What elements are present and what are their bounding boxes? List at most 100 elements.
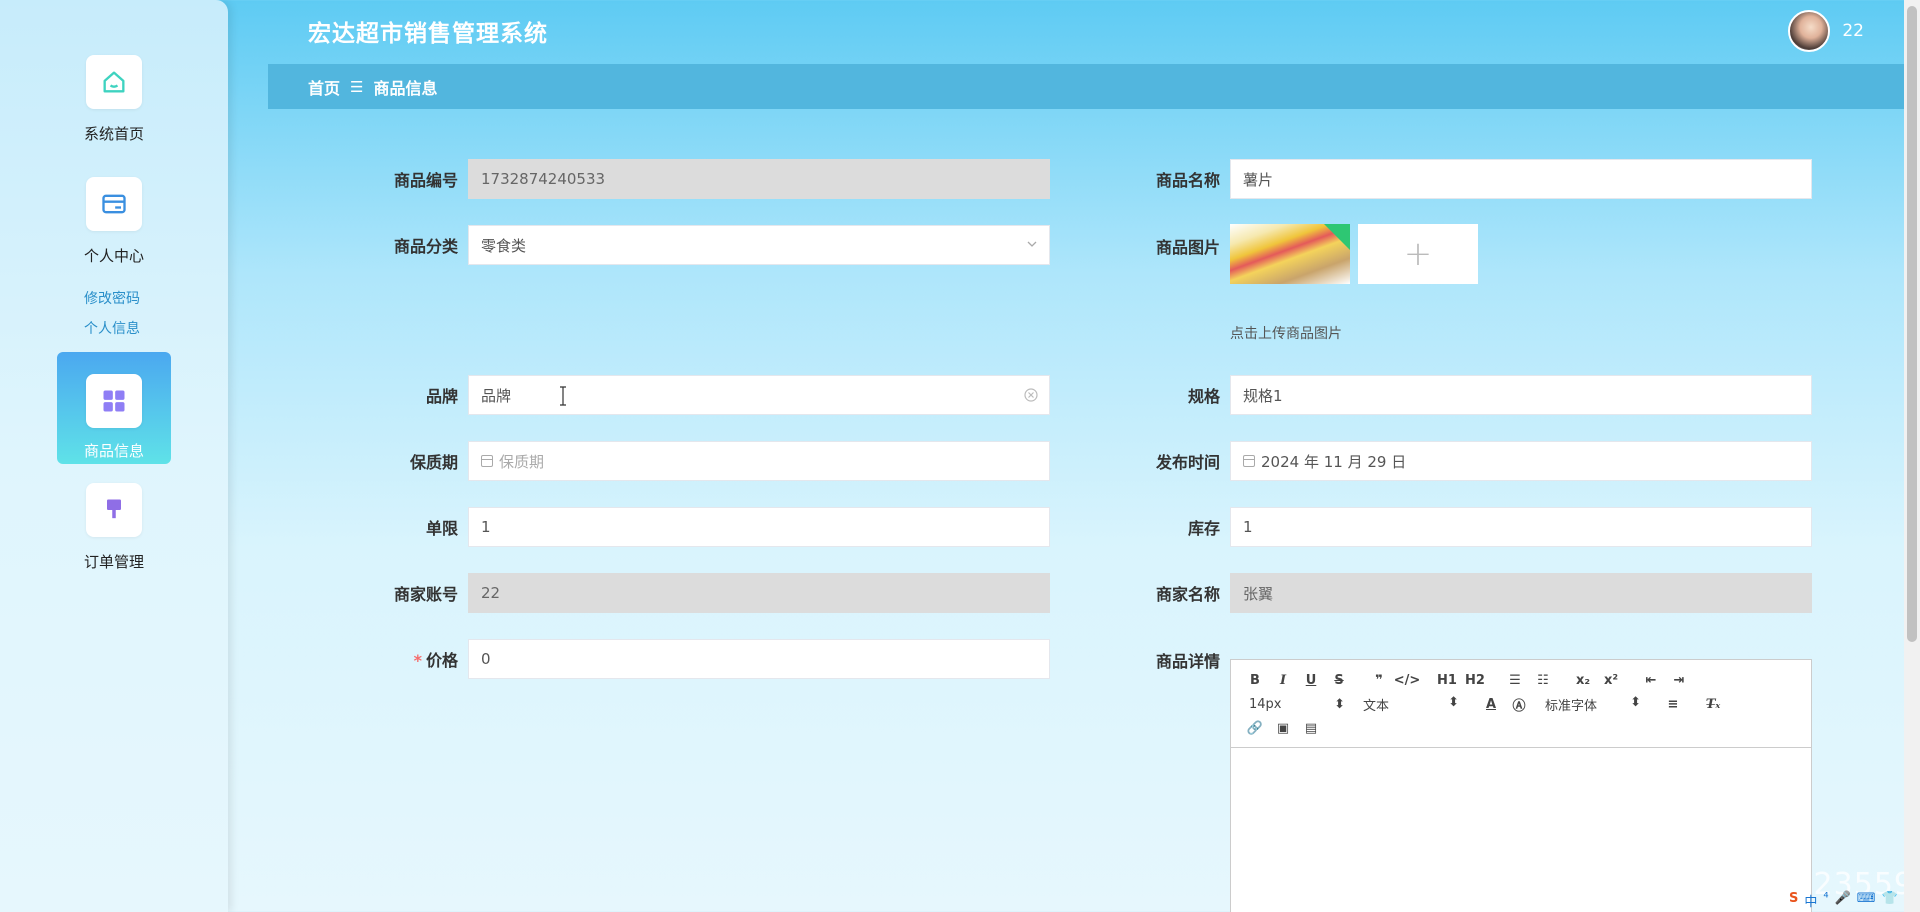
limit-label: 单限 xyxy=(425,519,458,538)
updown-icon: ⬍ xyxy=(1334,696,1345,712)
upload-add-button[interactable]: + xyxy=(1358,224,1478,284)
orders-tile xyxy=(86,483,142,537)
subnav-change-password[interactable]: 修改密码 xyxy=(84,288,140,308)
bullet-list-button[interactable]: ☷ xyxy=(1529,673,1557,688)
limit-value: 1 xyxy=(481,518,491,536)
menu-icon: ☰ xyxy=(350,77,364,96)
updown-icon: ⬍ xyxy=(1448,694,1459,710)
text-cursor-icon xyxy=(560,386,566,406)
video-icon[interactable]: ▤ xyxy=(1297,721,1325,736)
code-block-button[interactable]: </> xyxy=(1393,673,1421,688)
shelf-life-placeholder: 保质期 xyxy=(499,452,545,471)
publish-time-label: 发布时间 xyxy=(1155,453,1220,472)
tray-item[interactable]: 中 xyxy=(1804,891,1817,910)
user-name: 22 xyxy=(1842,21,1864,41)
publish-time-date-picker[interactable]: 2024 年 11 月 29 日 xyxy=(1230,441,1812,481)
subscript-button[interactable]: x₂ xyxy=(1569,673,1597,688)
bold-button[interactable]: B xyxy=(1241,673,1269,688)
shelf-life-label: 保质期 xyxy=(409,453,458,472)
toolbar-row: 🔗 ▣ ▤ xyxy=(1241,716,1801,740)
sidebar-item-personal[interactable]: 个人中心 xyxy=(57,177,171,266)
h2-button[interactable]: H2 xyxy=(1461,673,1489,688)
spec-input[interactable]: 规格1 xyxy=(1230,375,1812,415)
image-icon[interactable]: ▣ xyxy=(1269,721,1297,736)
scrollbar-thumb[interactable] xyxy=(1907,6,1917,642)
avatar[interactable] xyxy=(1788,10,1831,52)
blockquote-button[interactable]: ❞ xyxy=(1365,673,1393,688)
sidebar-item-home[interactable]: 系统首页 xyxy=(57,55,171,144)
row-brand: 品牌 品牌 xyxy=(358,375,1050,415)
align-button[interactable]: ≡ xyxy=(1659,697,1687,712)
row-merchant-account: 商家账号 22 xyxy=(358,573,1050,613)
publish-time-value: 2024 年 11 月 29 日 xyxy=(1261,452,1407,471)
goods-tile xyxy=(86,374,142,428)
home-tile xyxy=(86,55,142,109)
strike-button[interactable]: S xyxy=(1325,673,1353,688)
italic-button[interactable]: I xyxy=(1269,673,1297,688)
shelf-life-date-picker[interactable]: 保质期 xyxy=(468,441,1050,481)
success-corner-icon xyxy=(1324,224,1350,250)
toolbar-row: B I U S ❞ </> H1 H2 ☰ ☷ x₂ x² ⇤ ⇥ xyxy=(1241,668,1801,692)
brand-input[interactable]: 品牌 xyxy=(468,375,1050,415)
page-scrollbar[interactable] xyxy=(1904,0,1920,912)
user-menu[interactable]: 22 xyxy=(1788,10,1864,52)
superscript-button[interactable]: x² xyxy=(1597,673,1625,688)
merchant-account-input: 22 xyxy=(468,573,1050,613)
merchant-name-value: 张翼 xyxy=(1243,584,1274,603)
category-value: 零食类 xyxy=(481,236,527,255)
row-goods-no: 商品编号 1732874240533 xyxy=(358,159,1050,199)
toolbar-row: 14px ⬍ 文本 ⬍ A Ⓐ 标准字体 ⬍ ≡ T̶ₓ xyxy=(1241,692,1801,716)
spec-value: 规格1 xyxy=(1243,386,1283,405)
editor-toolbar: B I U S ❞ </> H1 H2 ☰ ☷ x₂ x² ⇤ ⇥ 14px ⬍ … xyxy=(1231,660,1811,748)
goods-name-input[interactable]: 薯片 xyxy=(1230,159,1812,199)
keyboard-icon[interactable]: ⌨ xyxy=(1857,891,1876,910)
row-publish-time: 发布时间 2024 年 11 月 29 日 xyxy=(1120,441,1812,481)
header-select[interactable]: 文本 ⬍ xyxy=(1363,695,1459,714)
sidebar-item-orders[interactable]: 订单管理 xyxy=(57,483,171,572)
brand-label: 品牌 xyxy=(425,387,458,406)
stock-label: 库存 xyxy=(1187,519,1220,538)
goods-no-value: 1732874240533 xyxy=(481,170,606,188)
link-icon[interactable]: 🔗 xyxy=(1241,721,1269,736)
font-family-select[interactable]: 标准字体 ⬍ xyxy=(1545,695,1641,714)
merchant-name-label: 商家名称 xyxy=(1155,585,1220,604)
indent-button[interactable]: ⇥ xyxy=(1665,673,1693,688)
category-select[interactable]: 零食类 xyxy=(468,225,1050,265)
limit-input[interactable]: 1 xyxy=(468,507,1050,547)
subnav-personal-info[interactable]: 个人信息 xyxy=(84,318,140,338)
outdent-button[interactable]: ⇤ xyxy=(1637,673,1665,688)
required-mark: * xyxy=(413,651,422,670)
tray-item[interactable]: ⁴ xyxy=(1823,891,1828,910)
row-stock: 库存 1 xyxy=(1120,507,1812,547)
price-input[interactable]: 0 xyxy=(468,639,1050,679)
price-label: * 价格 xyxy=(358,647,458,671)
grid-icon xyxy=(103,390,125,412)
merchant-name-input: 张翼 xyxy=(1230,573,1812,613)
underline-button[interactable]: U xyxy=(1297,673,1325,688)
card-icon xyxy=(102,194,126,214)
sidebar-item-label: 商品信息 xyxy=(83,442,144,460)
breadcrumb-home[interactable]: 首页 xyxy=(308,75,340,99)
clear-format-button[interactable]: T̶ₓ xyxy=(1699,697,1727,712)
skin-icon[interactable]: 👕 xyxy=(1882,891,1898,910)
font-size-value: 14px xyxy=(1249,696,1282,712)
goods-no-input: 1732874240533 xyxy=(468,159,1050,199)
stock-input[interactable]: 1 xyxy=(1230,507,1812,547)
row-goods-image: 商品图片 + xyxy=(1120,224,1486,284)
sidebar-item-label: 系统首页 xyxy=(83,125,144,143)
price-value: 0 xyxy=(481,650,491,668)
clear-icon[interactable] xyxy=(1023,387,1039,403)
ordered-list-button[interactable]: ☰ xyxy=(1501,673,1529,688)
background-color-button[interactable]: Ⓐ xyxy=(1505,695,1533,714)
font-size-select[interactable]: 14px ⬍ xyxy=(1249,697,1345,712)
upload-hint: 点击上传商品图片 xyxy=(1230,326,1342,342)
sidebar-item-label: 个人中心 xyxy=(83,247,144,265)
goods-image-thumbnail[interactable] xyxy=(1230,224,1350,284)
h1-button[interactable]: H1 xyxy=(1433,673,1461,688)
font-color-button[interactable]: A xyxy=(1477,697,1505,712)
row-merchant-name: 商家名称 张翼 xyxy=(1120,573,1812,613)
mic-icon[interactable]: 🎤 xyxy=(1835,891,1851,910)
goods-image-label: 商品图片 xyxy=(1155,238,1220,257)
sidebar: 系统首页 个人中心 修改密码 个人信息 商品信息 订单管理 xyxy=(0,0,228,912)
sidebar-item-goods[interactable]: 商品信息 xyxy=(57,352,171,464)
